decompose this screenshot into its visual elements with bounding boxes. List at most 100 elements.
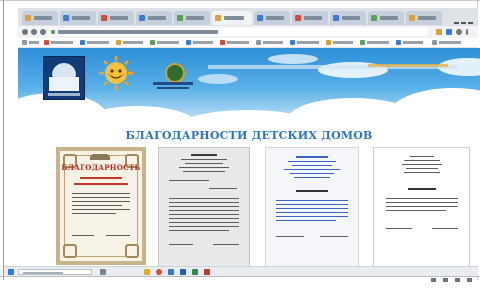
search-placeholder [23,272,63,274]
browser-tab[interactable] [368,11,404,25]
bookmark-icon [326,40,331,45]
bookmark-icon [256,40,261,45]
favicon-icon [409,15,415,21]
text-line [74,183,128,185]
address-bar[interactable] [48,28,428,36]
letter-thumbnail[interactable] [373,147,470,267]
back-icon[interactable] [22,29,28,35]
favicon-icon [257,15,263,21]
text-line [169,222,239,223]
minimize-icon[interactable] [454,21,459,24]
browser-tab[interactable] [330,11,366,25]
browser-tab[interactable] [406,11,442,25]
main-content: БЛАГОДАРНОСТИ ДЕТСКИХ ДОМОВ БЛАГОДАРНОСТ… [18,129,480,267]
cloud [268,54,318,64]
bookmark-label [333,41,353,44]
text-line [288,161,336,162]
favicon-icon [177,15,183,21]
bottom-border [0,276,480,277]
text-line [169,180,209,181]
chrome-icon[interactable] [156,269,162,275]
browser-tab[interactable] [136,11,172,25]
browser-tab[interactable] [254,11,290,25]
favicon-icon [25,15,31,21]
browser-tab-active[interactable] [212,11,252,25]
text-line [386,202,458,203]
window-controls[interactable] [452,12,474,24]
text-line [276,200,348,201]
taskbar-search-box[interactable] [18,269,92,275]
browser-tab[interactable] [174,11,210,25]
left-border [3,0,4,280]
word-icon[interactable] [180,269,186,275]
lock-icon[interactable] [51,30,55,34]
favicon-icon [215,15,221,21]
task-view-icon[interactable] [100,269,106,275]
text-line [209,188,237,189]
bookmark-icon [116,40,121,45]
browser-toolbar [18,26,478,38]
bookmark-label [29,41,39,44]
browser-tab[interactable] [22,11,58,25]
bookmark-icon [290,40,295,45]
site-logo[interactable] [43,56,85,100]
forward-icon[interactable] [31,29,37,35]
signature-line [72,235,94,236]
emblem-caption-line [153,82,193,85]
bookmark-label [227,41,249,44]
text-line [72,213,116,214]
bookmark-icon [44,40,49,45]
corner-ornament-icon [63,244,77,258]
page-title: БЛАГОДАРНОСТИ ДЕТСКИХ ДОМОВ [125,129,373,142]
text-line [169,206,239,207]
extension-icon[interactable] [446,29,452,35]
explorer-icon[interactable] [144,269,150,275]
signature-line [432,228,458,229]
text-line [276,208,348,209]
letter-thumbnail[interactable] [158,147,250,267]
windows-start-icon[interactable] [8,269,14,275]
tab-label [110,16,128,20]
text-line [72,209,130,210]
bookmark-icon [220,40,225,45]
bookmark-label [123,41,143,44]
cloud [198,74,238,84]
system-tray [429,269,472,282]
text-line [276,216,348,217]
corner-ornament-icon [125,244,139,258]
browser-tab[interactable] [98,11,134,25]
text-line [296,156,328,158]
mail-icon[interactable] [168,269,174,275]
browser-tab[interactable] [292,11,328,25]
text-line [296,190,328,192]
signature-line [106,235,130,236]
bookmark-label [87,41,109,44]
text-line [169,214,239,215]
text-line [179,167,229,168]
bookmark-icon [150,40,155,45]
reload-icon[interactable] [40,29,46,35]
letter-thumbnail[interactable] [265,147,359,267]
maximize-icon[interactable] [461,21,466,24]
app-icon[interactable] [204,269,210,275]
emblem-icon [165,63,185,83]
bookmark-icon [396,40,401,45]
text-line [284,169,340,170]
bookmarks-bar [18,38,478,48]
tab-label [342,16,360,20]
text-line [169,230,229,231]
text-line [169,198,239,199]
text-line [72,197,130,198]
certificate-thumbnail[interactable]: БЛАГОДАРНОСТЬ [56,147,146,265]
screenshot-frame: БЛАГОДАРНОСТИ ДЕТСКИХ ДОМОВ БЛАГОДАРНОСТ… [0,0,480,282]
excel-icon[interactable] [192,269,198,275]
bookmark-label [403,41,423,44]
bookmark-label [263,41,283,44]
top-border [0,0,480,1]
bookmark-icon [432,40,437,45]
close-icon[interactable] [468,21,473,24]
profile-icon[interactable] [456,29,462,35]
menu-icon[interactable] [466,29,468,35]
extension-icon[interactable] [436,29,442,35]
browser-tab[interactable] [60,11,96,25]
